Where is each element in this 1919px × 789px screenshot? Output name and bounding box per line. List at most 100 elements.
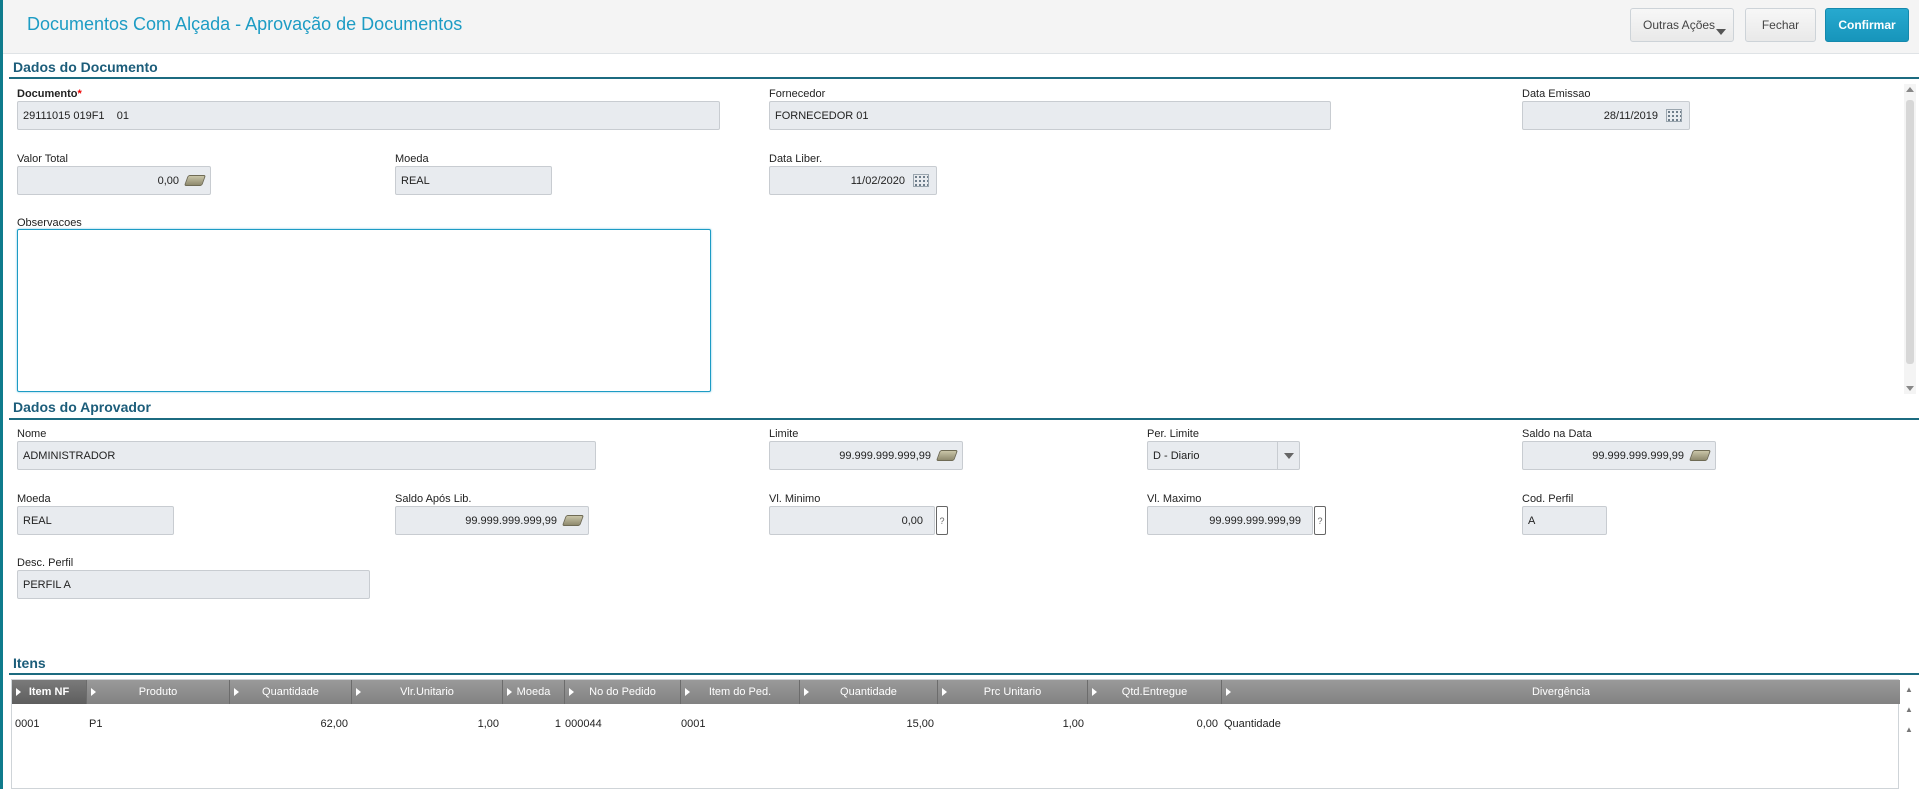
sort-icon (234, 688, 239, 696)
sort-icon (804, 688, 809, 696)
column-header-divergencia[interactable]: Divergência (1222, 680, 1900, 704)
chevron-down-icon[interactable] (1277, 442, 1299, 469)
observacoes-label: Observacoes (17, 217, 82, 229)
saldo-apos-field[interactable]: 99.999.999.999,99 (395, 506, 589, 535)
app-window: Documentos Com Alçada - Aprovação de Doc… (0, 0, 1919, 789)
data-emissao-label: Data Emissao (1522, 88, 1591, 100)
cod-perfil-field[interactable]: A (1522, 506, 1607, 535)
sort-icon (569, 688, 574, 696)
column-header-moeda[interactable]: Moeda (503, 680, 565, 704)
calendar-icon[interactable] (1664, 107, 1684, 125)
moeda-label: Moeda (395, 153, 429, 165)
cell-qtd-entregue: 0,00 (1196, 718, 1218, 730)
cell-no-pedido: 000044 (565, 718, 602, 730)
vl-maximo-field[interactable]: 99.999.999.999,99 (1147, 506, 1313, 535)
scroll-page-up-icon[interactable]: ▲ (1904, 703, 1914, 715)
header-bar: Documentos Com Alçada - Aprovação de Doc… (3, 0, 1919, 54)
data-liber-label: Data Liber. (769, 153, 823, 165)
sort-icon (942, 688, 947, 696)
documento-field[interactable]: 29111015 019F1 01 (17, 101, 720, 130)
vl-maximo-help-button[interactable]: ? (1314, 506, 1326, 535)
required-marker: * (77, 88, 82, 100)
sort-icon (507, 688, 512, 696)
money-icon[interactable] (935, 447, 959, 465)
column-header-vlr-unitario[interactable]: Vlr.Unitario (352, 680, 503, 704)
moeda-aprovador-field[interactable]: REAL (17, 506, 174, 535)
valor-total-field[interactable]: 0,00 (17, 166, 211, 195)
column-header-no-pedido[interactable]: No do Pedido (565, 680, 681, 704)
vl-maximo-label: Vl. Maximo (1147, 493, 1202, 505)
column-header-produto[interactable]: Produto (87, 680, 230, 704)
scrollbar-thumb[interactable] (1906, 100, 1914, 364)
sort-icon (1226, 688, 1231, 696)
scroll-up-icon[interactable] (1906, 87, 1914, 92)
per-limite-select[interactable]: D - Diario (1147, 441, 1300, 470)
section-divider (9, 418, 1919, 420)
sort-icon (356, 688, 361, 696)
column-header-item-ped[interactable]: Item do Ped. (681, 680, 800, 704)
cell-divergencia: Quantidade (1224, 718, 1281, 730)
grid-header: Item NF Produto Quantidade Vlr.Unitario … (12, 680, 1900, 704)
money-icon[interactable] (1688, 447, 1712, 465)
section-divider (9, 673, 1919, 675)
saldo-data-field[interactable]: 99.999.999.999,99 (1522, 441, 1716, 470)
cell-moeda: 1 (554, 718, 561, 730)
itens-grid: Item NF Produto Quantidade Vlr.Unitario … (11, 679, 1900, 789)
fechar-button[interactable]: Fechar (1745, 8, 1816, 42)
fornecedor-label: Fornecedor (769, 88, 826, 100)
cod-perfil-label: Cod. Perfil (1522, 493, 1574, 505)
limite-label: Limite (769, 428, 799, 440)
column-header-prc-unitario[interactable]: Prc Unitario (938, 680, 1088, 704)
money-icon[interactable] (561, 512, 585, 530)
desc-perfil-label: Desc. Perfil (17, 557, 74, 569)
scroll-down-icon[interactable] (1906, 386, 1914, 391)
fornecedor-field[interactable]: FORNECEDOR 01 (769, 101, 1331, 130)
document-scrollbar[interactable] (1904, 84, 1916, 394)
valor-total-label: Valor Total (17, 153, 68, 165)
cell-quantidade: 62,00 (320, 718, 348, 730)
documento-label: Documento* (17, 88, 82, 100)
money-icon[interactable] (183, 172, 207, 190)
per-limite-label: Per. Limite (1147, 428, 1199, 440)
section-title-documento: Dados do Documento (13, 59, 158, 75)
scroll-up-icon[interactable]: ▲ (1904, 683, 1914, 695)
grid-scrollbar[interactable]: ▲ ▲ ▲ (1901, 679, 1917, 789)
chevron-down-icon (1716, 29, 1726, 35)
cell-item-nf: 0001 (15, 718, 40, 730)
outras-acoes-label: Outras Ações (1643, 18, 1716, 32)
section-divider (9, 77, 1919, 79)
nome-label: Nome (17, 428, 47, 440)
data-liber-field[interactable]: 11/02/2020 (769, 166, 937, 195)
section-title-aprovador: Dados do Aprovador (13, 399, 151, 415)
column-header-quantidade-ped[interactable]: Quantidade (800, 680, 938, 704)
vl-minimo-help-button[interactable]: ? (936, 506, 948, 535)
page-title: Documentos Com Alçada - Aprovação de Doc… (27, 14, 463, 34)
data-emissao-field[interactable]: 28/11/2019 (1522, 101, 1690, 130)
scroll-top-icon[interactable]: ▲ (1904, 723, 1914, 735)
saldo-data-label: Saldo na Data (1522, 428, 1592, 440)
limite-field[interactable]: 99.999.999.999,99 (769, 441, 963, 470)
nome-field[interactable]: ADMINISTRADOR (17, 441, 596, 470)
outras-acoes-button[interactable]: Outras Ações (1630, 8, 1734, 42)
desc-perfil-field[interactable]: PERFIL A (17, 570, 370, 599)
vl-minimo-label: Vl. Minimo (769, 493, 821, 505)
cell-produto: P1 (89, 718, 103, 730)
moeda-aprovador-label: Moeda (17, 493, 51, 505)
cell-prc-unitario: 1,00 (1062, 718, 1084, 730)
sort-icon (1092, 688, 1097, 696)
cell-vlr-unitario: 1,00 (477, 718, 499, 730)
cell-item-ped: 0001 (681, 718, 706, 730)
column-header-qtd-entregue[interactable]: Qtd.Entregue (1088, 680, 1222, 704)
moeda-field[interactable]: REAL (395, 166, 552, 195)
section-title-itens: Itens (13, 655, 46, 671)
sort-icon (685, 688, 690, 696)
cell-quantidade-ped: 15,00 (906, 718, 934, 730)
calendar-icon[interactable] (911, 172, 931, 190)
column-header-quantidade[interactable]: Quantidade (230, 680, 352, 704)
saldo-apos-label: Saldo Após Lib. (395, 493, 472, 505)
sort-icon (91, 688, 96, 696)
confirmar-button[interactable]: Confirmar (1825, 8, 1909, 42)
observacoes-textarea[interactable] (17, 229, 711, 392)
vl-minimo-field[interactable]: 0,00 (769, 506, 935, 535)
column-header-item-nf[interactable]: Item NF (12, 680, 87, 704)
